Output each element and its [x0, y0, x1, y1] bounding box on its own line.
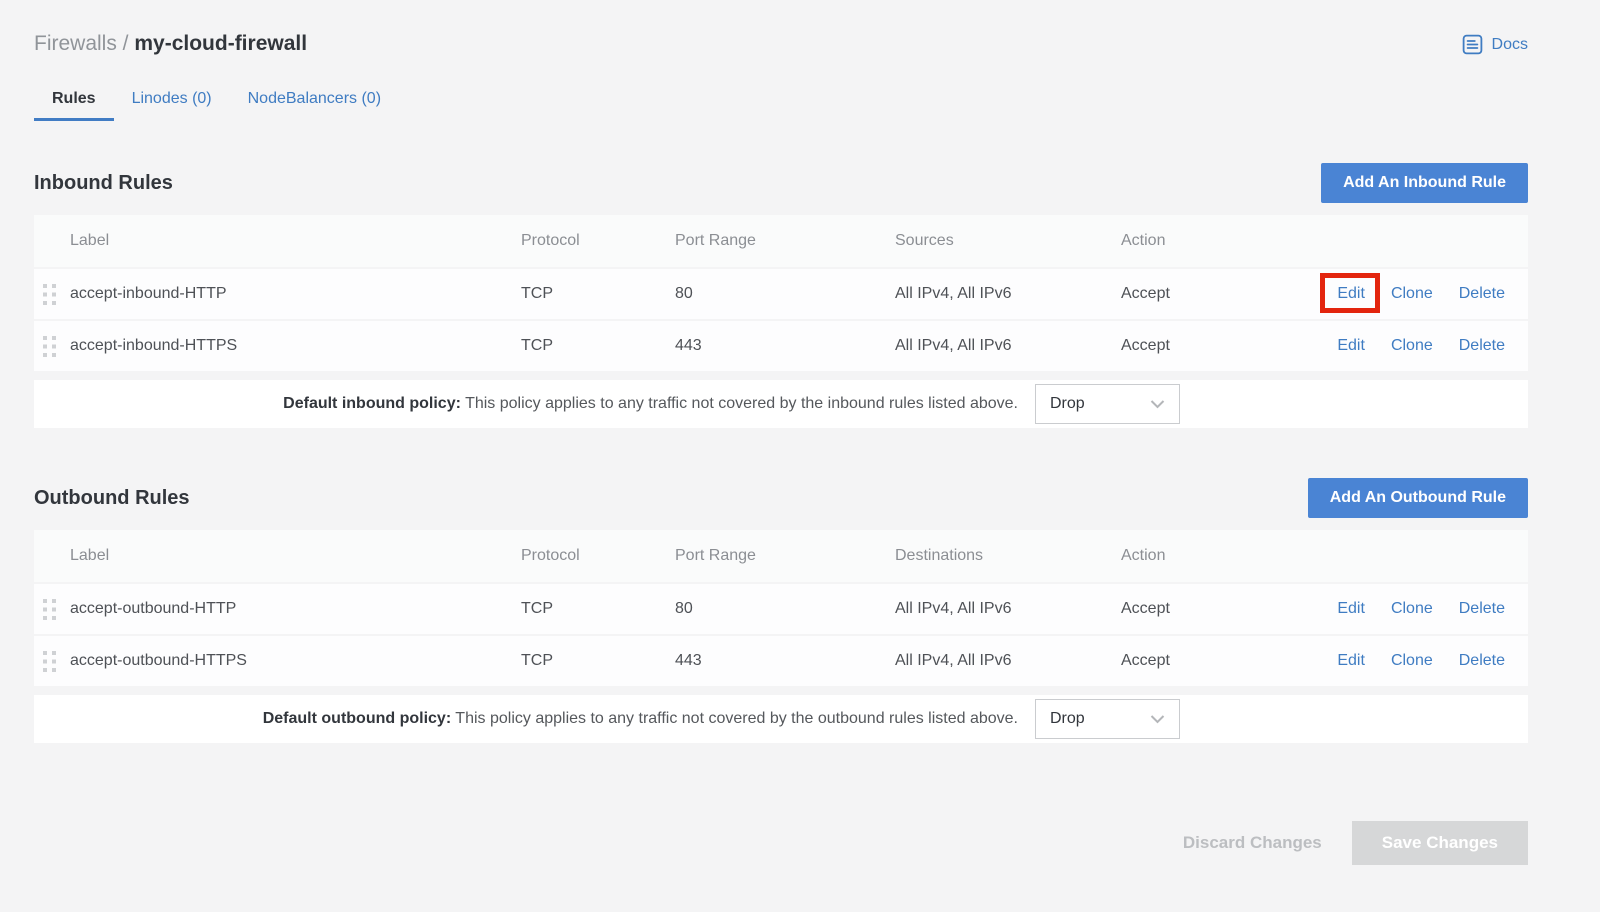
- tab-nodebalancers[interactable]: NodeBalancers (0): [230, 77, 399, 121]
- column-header-port-range: Port Range: [675, 232, 895, 250]
- rule-protocol: TCP: [521, 652, 675, 670]
- rule-label: accept-outbound-HTTP: [70, 600, 521, 618]
- outbound-rules-table: Label Protocol Port Range Destinations A…: [34, 530, 1528, 686]
- breadcrumb-separator: /: [117, 32, 135, 55]
- inbound-rules-title: Inbound Rules: [34, 172, 173, 195]
- rule-action: Accept: [1121, 652, 1337, 670]
- table-row: accept-outbound-HTTPS TCP 443 All IPv4, …: [34, 636, 1528, 686]
- column-header-destinations: Destinations: [895, 547, 1121, 565]
- chevron-down-icon: [1150, 400, 1165, 409]
- edit-link[interactable]: Edit: [1337, 652, 1365, 670]
- tab-linodes[interactable]: Linodes (0): [114, 77, 230, 121]
- rule-protocol: TCP: [521, 337, 675, 355]
- docs-link-label: Docs: [1492, 36, 1528, 54]
- column-header-action: Action: [1121, 232, 1505, 250]
- inbound-rules-section: Inbound Rules Add An Inbound Rule Label …: [34, 163, 1528, 428]
- delete-link[interactable]: Delete: [1459, 652, 1505, 670]
- table-row: accept-inbound-HTTPS TCP 443 All IPv4, A…: [34, 321, 1528, 371]
- column-header-port-range: Port Range: [675, 547, 895, 565]
- breadcrumb: Firewalls / my-cloud-firewall: [34, 30, 307, 58]
- column-header-action: Action: [1121, 547, 1505, 565]
- drag-handle-icon[interactable]: [43, 651, 70, 672]
- inbound-policy-value: Drop: [1050, 395, 1085, 413]
- rule-label: accept-inbound-HTTPS: [70, 337, 521, 355]
- outbound-rules-title: Outbound Rules: [34, 487, 190, 510]
- default-inbound-policy-row: Default inbound policy: This policy appl…: [34, 380, 1528, 428]
- chevron-down-icon: [1150, 715, 1165, 724]
- rule-action: Accept: [1121, 600, 1337, 618]
- inbound-rules-table: Label Protocol Port Range Sources Action…: [34, 215, 1528, 371]
- rule-destinations: All IPv4, All IPv6: [895, 600, 1121, 618]
- table-row: accept-outbound-HTTP TCP 80 All IPv4, Al…: [34, 584, 1528, 634]
- page-title: my-cloud-firewall: [134, 32, 307, 55]
- outbound-policy-select[interactable]: Drop: [1035, 699, 1180, 739]
- rule-action: Accept: [1121, 285, 1337, 303]
- rule-port-range: 443: [675, 337, 895, 355]
- rule-protocol: TCP: [521, 285, 675, 303]
- column-header-protocol: Protocol: [521, 547, 675, 565]
- rule-port-range: 80: [675, 600, 895, 618]
- clone-link[interactable]: Clone: [1391, 652, 1433, 670]
- rule-protocol: TCP: [521, 600, 675, 618]
- edit-link[interactable]: Edit: [1337, 285, 1365, 303]
- delete-link[interactable]: Delete: [1459, 600, 1505, 618]
- topbar: Firewalls / my-cloud-firewall Docs: [34, 30, 1528, 58]
- rule-port-range: 80: [675, 285, 895, 303]
- column-header-label: Label: [70, 547, 521, 565]
- edit-link[interactable]: Edit: [1337, 600, 1365, 618]
- drag-handle-icon[interactable]: [43, 284, 70, 305]
- content-area: Firewalls / my-cloud-firewall Docs Rules…: [0, 0, 1600, 865]
- clone-link[interactable]: Clone: [1391, 600, 1433, 618]
- rule-port-range: 443: [675, 652, 895, 670]
- outbound-section-head: Outbound Rules Add An Outbound Rule: [34, 478, 1528, 518]
- form-actions: Discard Changes Save Changes: [34, 821, 1528, 865]
- drag-handle-icon[interactable]: [43, 336, 70, 357]
- default-outbound-policy-row: Default outbound policy: This policy app…: [34, 695, 1528, 743]
- drag-handle-icon[interactable]: [43, 599, 70, 620]
- column-header-label: Label: [70, 232, 521, 250]
- clone-link[interactable]: Clone: [1391, 337, 1433, 355]
- add-outbound-rule-button[interactable]: Add An Outbound Rule: [1308, 478, 1528, 518]
- rule-sources: All IPv4, All IPv6: [895, 285, 1121, 303]
- docs-link[interactable]: Docs: [1462, 34, 1528, 55]
- edit-link[interactable]: Edit: [1337, 337, 1365, 355]
- firewall-detail-page: { "colors": { "page_bg": "#f4f4f5", "acc…: [0, 0, 1600, 912]
- breadcrumb-parent[interactable]: Firewalls: [34, 32, 117, 55]
- rule-action: Accept: [1121, 337, 1337, 355]
- clone-link[interactable]: Clone: [1391, 285, 1433, 303]
- tab-rules[interactable]: Rules: [34, 77, 114, 121]
- inbound-policy-select[interactable]: Drop: [1035, 384, 1180, 424]
- delete-link[interactable]: Delete: [1459, 285, 1505, 303]
- delete-link[interactable]: Delete: [1459, 337, 1505, 355]
- outbound-rules-section: Outbound Rules Add An Outbound Rule Labe…: [34, 478, 1528, 743]
- column-header-sources: Sources: [895, 232, 1121, 250]
- default-outbound-policy-text: Default outbound policy: This policy app…: [263, 710, 1018, 728]
- outbound-policy-value: Drop: [1050, 710, 1085, 728]
- tab-bar: Rules Linodes (0) NodeBalancers (0): [34, 77, 1528, 121]
- rule-destinations: All IPv4, All IPv6: [895, 652, 1121, 670]
- rule-sources: All IPv4, All IPv6: [895, 337, 1121, 355]
- document-icon: [1462, 34, 1483, 55]
- rule-label: accept-outbound-HTTPS: [70, 652, 521, 670]
- add-inbound-rule-button[interactable]: Add An Inbound Rule: [1321, 163, 1528, 203]
- default-inbound-policy-text: Default inbound policy: This policy appl…: [283, 395, 1018, 413]
- table-row: accept-inbound-HTTP TCP 80 All IPv4, All…: [34, 269, 1528, 319]
- column-header-protocol: Protocol: [521, 232, 675, 250]
- outbound-table-header: Label Protocol Port Range Destinations A…: [34, 530, 1528, 582]
- inbound-section-head: Inbound Rules Add An Inbound Rule: [34, 163, 1528, 203]
- inbound-table-header: Label Protocol Port Range Sources Action: [34, 215, 1528, 267]
- discard-changes-button[interactable]: Discard Changes: [1183, 833, 1322, 853]
- rule-label: accept-inbound-HTTP: [70, 285, 521, 303]
- save-changes-button[interactable]: Save Changes: [1352, 821, 1528, 865]
